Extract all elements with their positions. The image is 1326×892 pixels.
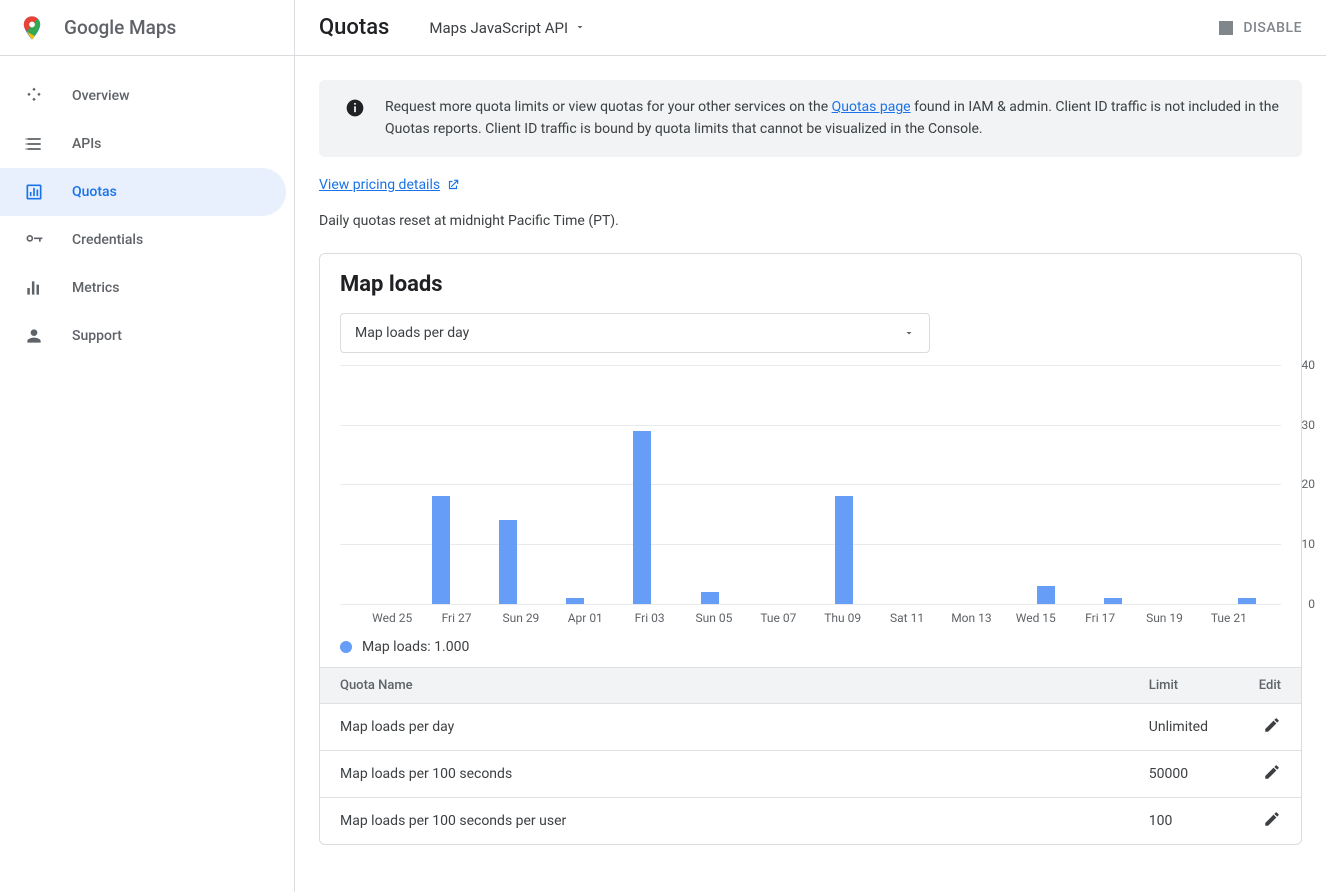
external-link-icon: [446, 178, 460, 192]
overview-icon: [22, 84, 46, 108]
chart-bar: [499, 520, 517, 604]
legend-label: Map loads: 1.000: [362, 639, 469, 655]
chart-bar: [1238, 598, 1256, 604]
chart-bar: [566, 598, 584, 604]
content: Request more quota limits or view quotas…: [295, 56, 1326, 869]
pricing-details-link[interactable]: View pricing details: [319, 177, 460, 193]
metrics-icon: [22, 276, 46, 300]
x-tick: Thu 09: [811, 611, 875, 625]
nav-label: Overview: [72, 88, 129, 104]
quota-edit-cell: [1239, 750, 1301, 797]
x-tick: Wed 25: [360, 611, 424, 625]
caret-down-icon: [903, 327, 915, 339]
x-tick: Apr 01: [553, 611, 617, 625]
table-row: Map loads per 100 seconds50000: [320, 750, 1301, 797]
y-tick: 0: [1308, 597, 1315, 611]
disable-button[interactable]: DISABLE: [1219, 20, 1302, 36]
main-header: Quotas Maps JavaScript API DISABLE: [295, 0, 1326, 56]
edit-icon[interactable]: [1263, 763, 1281, 781]
y-tick: 40: [1302, 358, 1316, 372]
nav-label: Quotas: [72, 184, 117, 200]
x-tick: Fri 03: [617, 611, 681, 625]
x-tick: Sat 11: [875, 611, 939, 625]
x-tick: Mon 13: [939, 611, 1003, 625]
x-tick: Tue 07: [746, 611, 810, 625]
table-row: Map loads per dayUnlimited: [320, 703, 1301, 750]
page-title: Quotas: [319, 15, 389, 40]
disable-label: DISABLE: [1243, 20, 1302, 36]
map-loads-card: Map loads Map loads per day 010203040 We…: [319, 253, 1302, 845]
nav-item-apis[interactable]: APIs: [0, 120, 294, 168]
banner-prefix: Request more quota limits or view quotas…: [385, 99, 832, 115]
legend-dot-icon: [340, 641, 352, 653]
metric-dropdown[interactable]: Map loads per day: [340, 313, 930, 353]
api-selector[interactable]: Maps JavaScript API: [429, 19, 586, 37]
x-tick: Fri 17: [1068, 611, 1132, 625]
info-text: Request more quota limits or view quotas…: [385, 96, 1282, 141]
quota-name-cell: Map loads per 100 seconds per user: [320, 797, 1129, 844]
x-tick: Sun 05: [682, 611, 746, 625]
th-quota-name: Quota Name: [320, 667, 1129, 703]
x-tick: Sun 19: [1132, 611, 1196, 625]
quotas-icon: [22, 180, 46, 204]
x-tick: Wed 15: [1004, 611, 1068, 625]
credentials-icon: [22, 228, 46, 252]
quota-table: Quota Name Limit Edit Map loads per dayU…: [320, 667, 1301, 844]
nav-item-quotas[interactable]: Quotas: [0, 168, 286, 216]
chart: 010203040 Wed 25Fri 27Sun 29Apr 01Fri 03…: [320, 365, 1301, 625]
pricing-link-label: View pricing details: [319, 177, 440, 193]
card-title: Map loads: [320, 272, 1301, 313]
table-row: Map loads per 100 seconds per user100: [320, 797, 1301, 844]
y-tick: 30: [1302, 418, 1316, 432]
th-limit: Limit: [1129, 667, 1239, 703]
x-tick: Tue 21: [1197, 611, 1261, 625]
quota-limit-cell: Unlimited: [1129, 703, 1239, 750]
edit-icon[interactable]: [1263, 810, 1281, 828]
chart-legend: Map loads: 1.000: [320, 625, 1301, 667]
main: Quotas Maps JavaScript API DISABLE Reque…: [295, 0, 1326, 892]
google-maps-logo-icon: [18, 14, 46, 42]
y-tick: 20: [1302, 477, 1316, 491]
edit-icon[interactable]: [1263, 716, 1281, 734]
quota-name-cell: Map loads per day: [320, 703, 1129, 750]
x-tick: Fri 27: [424, 611, 488, 625]
chart-bar: [835, 496, 853, 604]
nav-label: Metrics: [72, 280, 119, 296]
quotas-page-link[interactable]: Quotas page: [832, 99, 911, 115]
reset-note: Daily quotas reset at midnight Pacific T…: [319, 213, 1302, 229]
quota-name-cell: Map loads per 100 seconds: [320, 750, 1129, 797]
info-icon: [345, 98, 365, 118]
nav-label: APIs: [72, 136, 101, 152]
info-banner: Request more quota limits or view quotas…: [319, 80, 1302, 157]
quota-limit-cell: 50000: [1129, 750, 1239, 797]
quota-edit-cell: [1239, 703, 1301, 750]
sidebar-header: Google Maps: [0, 0, 294, 56]
quota-limit-cell: 100: [1129, 797, 1239, 844]
nav-item-support[interactable]: Support: [0, 312, 294, 360]
support-icon: [22, 324, 46, 348]
chart-bar: [633, 431, 651, 604]
nav-label: Support: [72, 328, 122, 344]
th-edit: Edit: [1239, 667, 1301, 703]
chart-bar: [432, 496, 450, 604]
nav-item-metrics[interactable]: Metrics: [0, 264, 294, 312]
apis-icon: [22, 132, 46, 156]
sidebar: Google Maps Overview APIs Quotas Credent…: [0, 0, 295, 892]
product-name: Google Maps: [64, 16, 176, 39]
dropdown-label: Map loads per day: [355, 325, 469, 341]
y-tick: 10: [1302, 537, 1316, 551]
nav-label: Credentials: [72, 232, 143, 248]
caret-down-icon: [574, 19, 586, 37]
api-selector-label: Maps JavaScript API: [429, 19, 568, 37]
chart-bar: [701, 592, 719, 604]
nav-item-overview[interactable]: Overview: [0, 72, 294, 120]
stop-icon: [1219, 21, 1233, 35]
nav: Overview APIs Quotas Credentials Metrics…: [0, 56, 294, 360]
quota-edit-cell: [1239, 797, 1301, 844]
chart-bar: [1104, 598, 1122, 604]
x-tick: Sun 29: [489, 611, 553, 625]
nav-item-credentials[interactable]: Credentials: [0, 216, 294, 264]
chart-bar: [1037, 586, 1055, 604]
